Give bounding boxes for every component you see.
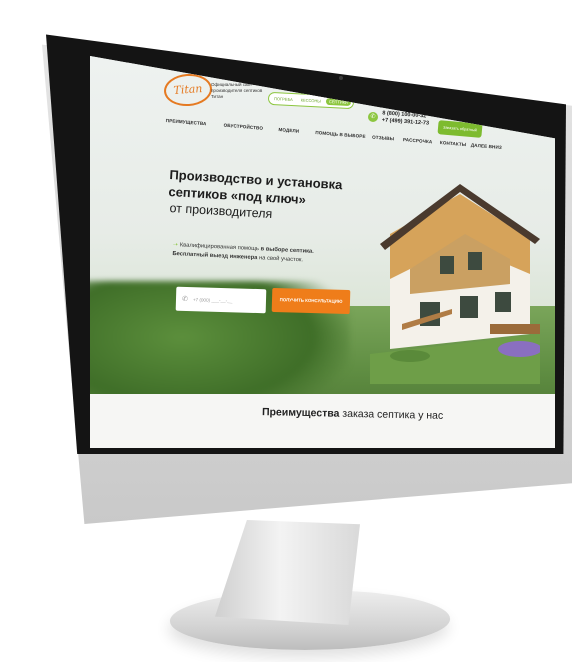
pill-kessony[interactable]: КЕССОНЫ [298,96,325,104]
advantages-section [90,394,555,448]
monitor-stand-neck [215,520,360,625]
phone-field-placeholder: +7 (000) ___-__-__ [192,296,233,303]
phone-field[interactable]: ✆ +7 (000) ___-__-__ [175,286,267,314]
section-title-bold: Преимущества [261,406,340,420]
nav-item-next[interactable]: ДАЛЕЕ ВНИЗ [471,143,502,150]
pill-pogreba[interactable]: ПОГРЕБА [271,95,296,103]
desc-bold-1: в выборе септика. [260,246,314,255]
section-title-rest: заказа септика у нас [339,407,444,422]
nav-item-models[interactable]: МОДЕЛИ [278,127,299,134]
phone-field-icon: ✆ [181,295,188,304]
desc-text-2: на свой участок. [257,255,304,264]
house-image [370,184,540,384]
nav-item-installment[interactable]: РАССРОЧКА [403,137,433,144]
camera-dot [339,76,343,80]
phone-icon: ✆ [368,112,378,122]
leaf-icon: ➝ [172,241,178,249]
nav-item-contacts[interactable]: КОНТАКТЫ [440,140,467,147]
nav-item-reviews[interactable]: ОТЗЫВЫ [372,135,395,142]
consultation-button[interactable]: ПОЛУЧИТЬ КОНСУЛЬТАЦИЮ [271,287,351,315]
